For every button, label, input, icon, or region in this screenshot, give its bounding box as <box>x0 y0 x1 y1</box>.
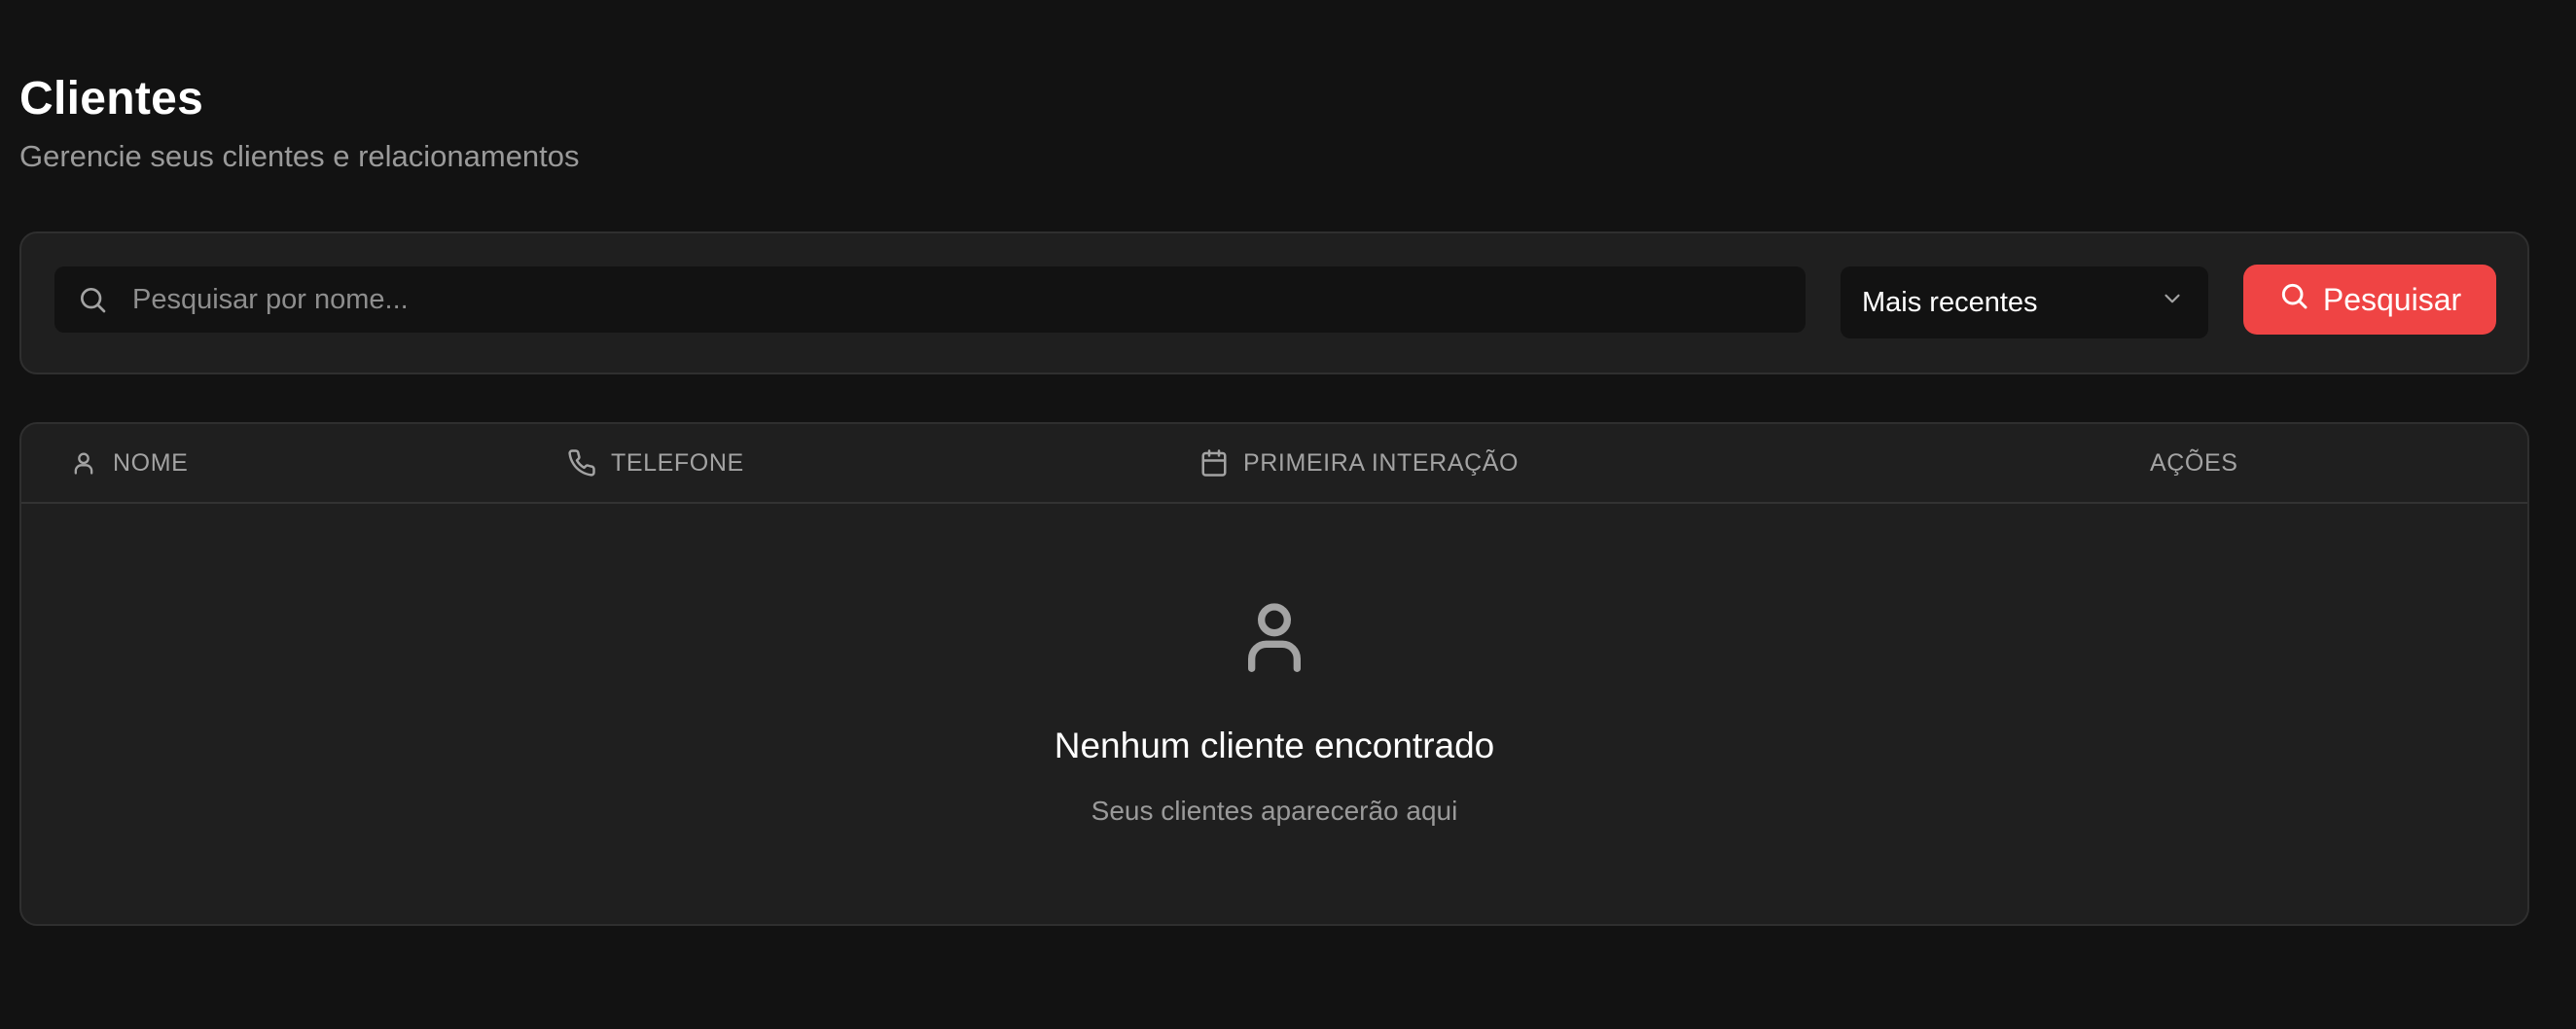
empty-state-subtitle: Seus clientes aparecerão aqui <box>1091 796 1458 826</box>
user-icon <box>1235 597 1313 675</box>
search-icon <box>76 283 109 316</box>
empty-state: Nenhum cliente encontrado Seus clientes … <box>21 504 2527 924</box>
empty-state-title: Nenhum cliente encontrado <box>1054 726 1495 765</box>
chevron-down-icon <box>2160 286 2185 319</box>
column-header-label: TELEFONE <box>611 448 744 477</box>
sort-select[interactable]: Mais recentes <box>1841 266 2208 338</box>
search-icon <box>2278 280 2309 319</box>
page-subtitle: Gerencie seus clientes e relacionamentos <box>19 139 580 173</box>
search-field[interactable] <box>54 266 1806 333</box>
sort-selected-value: Mais recentes <box>1862 286 2038 318</box>
clients-table: NOME TELEFONE PRIMEIRA INTERAÇÃO AÇÕES N… <box>19 422 2529 926</box>
user-icon <box>68 447 99 479</box>
column-header-name[interactable]: NOME <box>68 424 188 502</box>
page-title: Clientes <box>19 73 204 124</box>
phone-icon <box>566 447 597 479</box>
column-header-label: NOME <box>113 448 189 477</box>
column-header-label: AÇÕES <box>2150 448 2238 477</box>
column-header-phone[interactable]: TELEFONE <box>566 424 744 502</box>
column-header-first-interaction[interactable]: PRIMEIRA INTERAÇÃO <box>1199 424 1519 502</box>
search-button[interactable]: Pesquisar <box>2243 265 2496 335</box>
table-header: NOME TELEFONE PRIMEIRA INTERAÇÃO AÇÕES <box>21 424 2527 504</box>
calendar-icon <box>1199 447 1230 479</box>
column-header-actions: AÇÕES <box>2150 424 2238 502</box>
search-button-label: Pesquisar <box>2322 281 2462 317</box>
search-input[interactable] <box>132 266 1806 333</box>
filter-bar: Mais recentes Pesquisar <box>19 231 2529 374</box>
column-header-label: PRIMEIRA INTERAÇÃO <box>1243 448 1520 477</box>
clients-page: Clientes Gerencie seus clientes e relaci… <box>0 0 2576 1029</box>
